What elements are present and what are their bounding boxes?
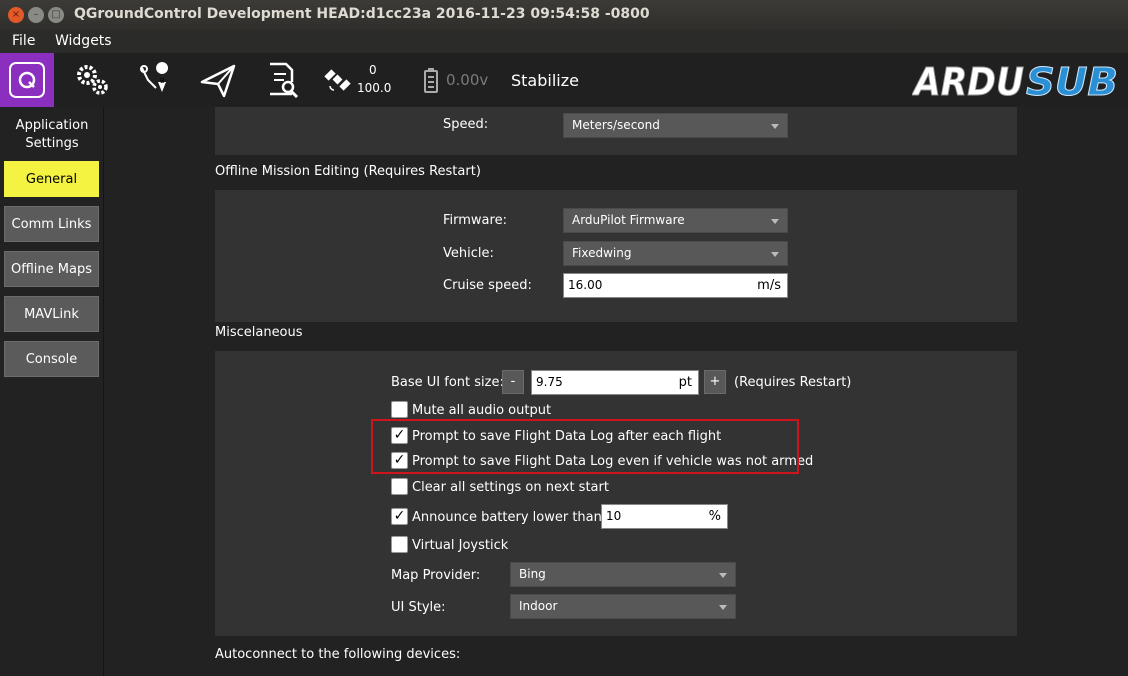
speed-units-combo[interactable]: Meters/second: [563, 113, 788, 138]
battery-threshold-value: 10: [606, 509, 622, 523]
autoconnect-title: Autoconnect to the following devices:: [215, 647, 461, 662]
battery-announce-checkbox[interactable]: ✓: [391, 508, 408, 525]
svg-text:ARDU: ARDU: [912, 60, 1024, 101]
ui-style-combo[interactable]: Indoor: [510, 594, 736, 619]
chevron-down-icon: [719, 573, 727, 578]
mute-audio-checkbox[interactable]: [391, 401, 408, 418]
firmware-combo[interactable]: ArduPilot Firmware: [563, 208, 788, 233]
cruise-speed-label: Cruise speed:: [443, 278, 532, 293]
svg-text:SUB: SUB: [1026, 60, 1118, 101]
font-size-field[interactable]: 9.75 pt: [531, 370, 699, 395]
qgc-settings-tool[interactable]: [0, 53, 54, 107]
setup-tool[interactable]: [66, 53, 118, 107]
battery-threshold-unit: %: [708, 509, 721, 524]
ui-style-value: Indoor: [519, 599, 558, 613]
gps-hdop: 100.0: [357, 81, 392, 95]
speed-label: Speed:: [443, 117, 489, 132]
clear-settings-label: Clear all settings on next start: [412, 480, 609, 495]
font-size-note: (Requires Restart): [734, 375, 852, 390]
map-provider-combo[interactable]: Bing: [510, 562, 736, 587]
qgc-logo-icon: [9, 62, 45, 98]
flight-mode-selector[interactable]: Stabilize: [511, 71, 579, 90]
gps-satellite-icon: [324, 69, 351, 91]
battery-voltage: 0.00v: [446, 71, 489, 89]
window-close-button[interactable]: ×: [8, 7, 24, 23]
font-size-decrease-button[interactable]: -: [502, 370, 524, 394]
font-size-increase-button[interactable]: +: [704, 370, 726, 394]
speed-units-value: Meters/second: [572, 118, 660, 132]
fly-tool[interactable]: [192, 53, 244, 107]
sidebar-item-general[interactable]: General: [4, 161, 99, 197]
battery-icon: [424, 68, 438, 93]
battery-announce-label: Announce battery lower than:: [412, 510, 607, 525]
gps-indicator[interactable]: [320, 53, 356, 107]
battery-indicator[interactable]: [418, 53, 444, 107]
cruise-speed-field[interactable]: 16.00 m/s: [563, 273, 788, 298]
battery-threshold-field[interactable]: 10 %: [601, 504, 728, 529]
menu-widgets[interactable]: Widgets: [55, 33, 112, 49]
menu-bar: File Widgets: [0, 30, 1128, 53]
chevron-down-icon: [771, 124, 779, 129]
font-size-label: Base UI font size:: [391, 375, 504, 390]
sidebar-title-line1: Application: [15, 118, 89, 133]
sidebar-title-line2: Settings: [25, 136, 79, 151]
cruise-speed-value: 16.00: [568, 278, 603, 292]
ui-style-label: UI Style:: [391, 600, 446, 615]
map-provider-label: Map Provider:: [391, 568, 481, 583]
sidebar-item-console[interactable]: Console: [4, 341, 99, 377]
misc-title: Miscelaneous: [215, 325, 303, 340]
analyze-tool[interactable]: [256, 53, 308, 107]
sidebar-item-offline-maps[interactable]: Offline Maps: [4, 251, 99, 287]
cruise-speed-unit: m/s: [757, 278, 781, 293]
vehicle-label: Vehicle:: [443, 246, 494, 261]
font-size-value: 9.75: [536, 375, 563, 389]
chevron-down-icon: [771, 219, 779, 224]
ardusub-logo: ARDU SUB: [912, 60, 1119, 102]
offline-mission-title: Offline Mission Editing (Requires Restar…: [215, 164, 481, 179]
font-size-unit: pt: [678, 375, 692, 390]
chevron-down-icon: [719, 605, 727, 610]
sidebar-item-comm-links[interactable]: Comm Links: [4, 206, 99, 242]
fly-paper-plane-icon: [200, 64, 236, 98]
chevron-down-icon: [771, 252, 779, 257]
plan-waypoint-icon: B: [140, 62, 169, 92]
settings-content: Speed: Meters/second Offline Mission Edi…: [105, 107, 1128, 676]
firmware-value: ArduPilot Firmware: [572, 213, 685, 227]
analyze-document-icon: [270, 62, 299, 99]
window-minimize-button[interactable]: –: [28, 7, 44, 23]
map-provider-value: Bing: [519, 567, 546, 581]
gps-count: 0: [369, 63, 377, 77]
settings-gears-icon: [77, 65, 108, 95]
window-title: QGroundControl Development HEAD:d1cc23a …: [74, 6, 650, 22]
menu-file[interactable]: File: [12, 33, 35, 49]
settings-sidebar: Application Settings General Comm Links …: [0, 107, 104, 676]
virtual-joystick-label: Virtual Joystick: [412, 538, 509, 553]
sidebar-item-mavlink[interactable]: MAVLink: [4, 296, 99, 332]
svg-text:B: B: [160, 77, 165, 85]
main-toolbar: B 0 100.0 0.00v Stabilize ARDU SUB: [0, 53, 1128, 107]
sidebar-title: Application Settings: [0, 117, 104, 153]
virtual-joystick-checkbox[interactable]: [391, 536, 408, 553]
mute-audio-label: Mute all audio output: [412, 403, 552, 418]
vehicle-combo[interactable]: Fixedwing: [563, 241, 788, 266]
vehicle-value: Fixedwing: [572, 246, 632, 260]
window-titlebar: × – □ QGroundControl Development HEAD:d1…: [0, 0, 1128, 30]
window-maximize-button[interactable]: □: [48, 7, 64, 23]
firmware-label: Firmware:: [443, 213, 507, 228]
clear-settings-checkbox[interactable]: [391, 478, 408, 495]
plan-tool[interactable]: B: [128, 53, 180, 107]
annotation-highlight-box: [371, 419, 799, 474]
